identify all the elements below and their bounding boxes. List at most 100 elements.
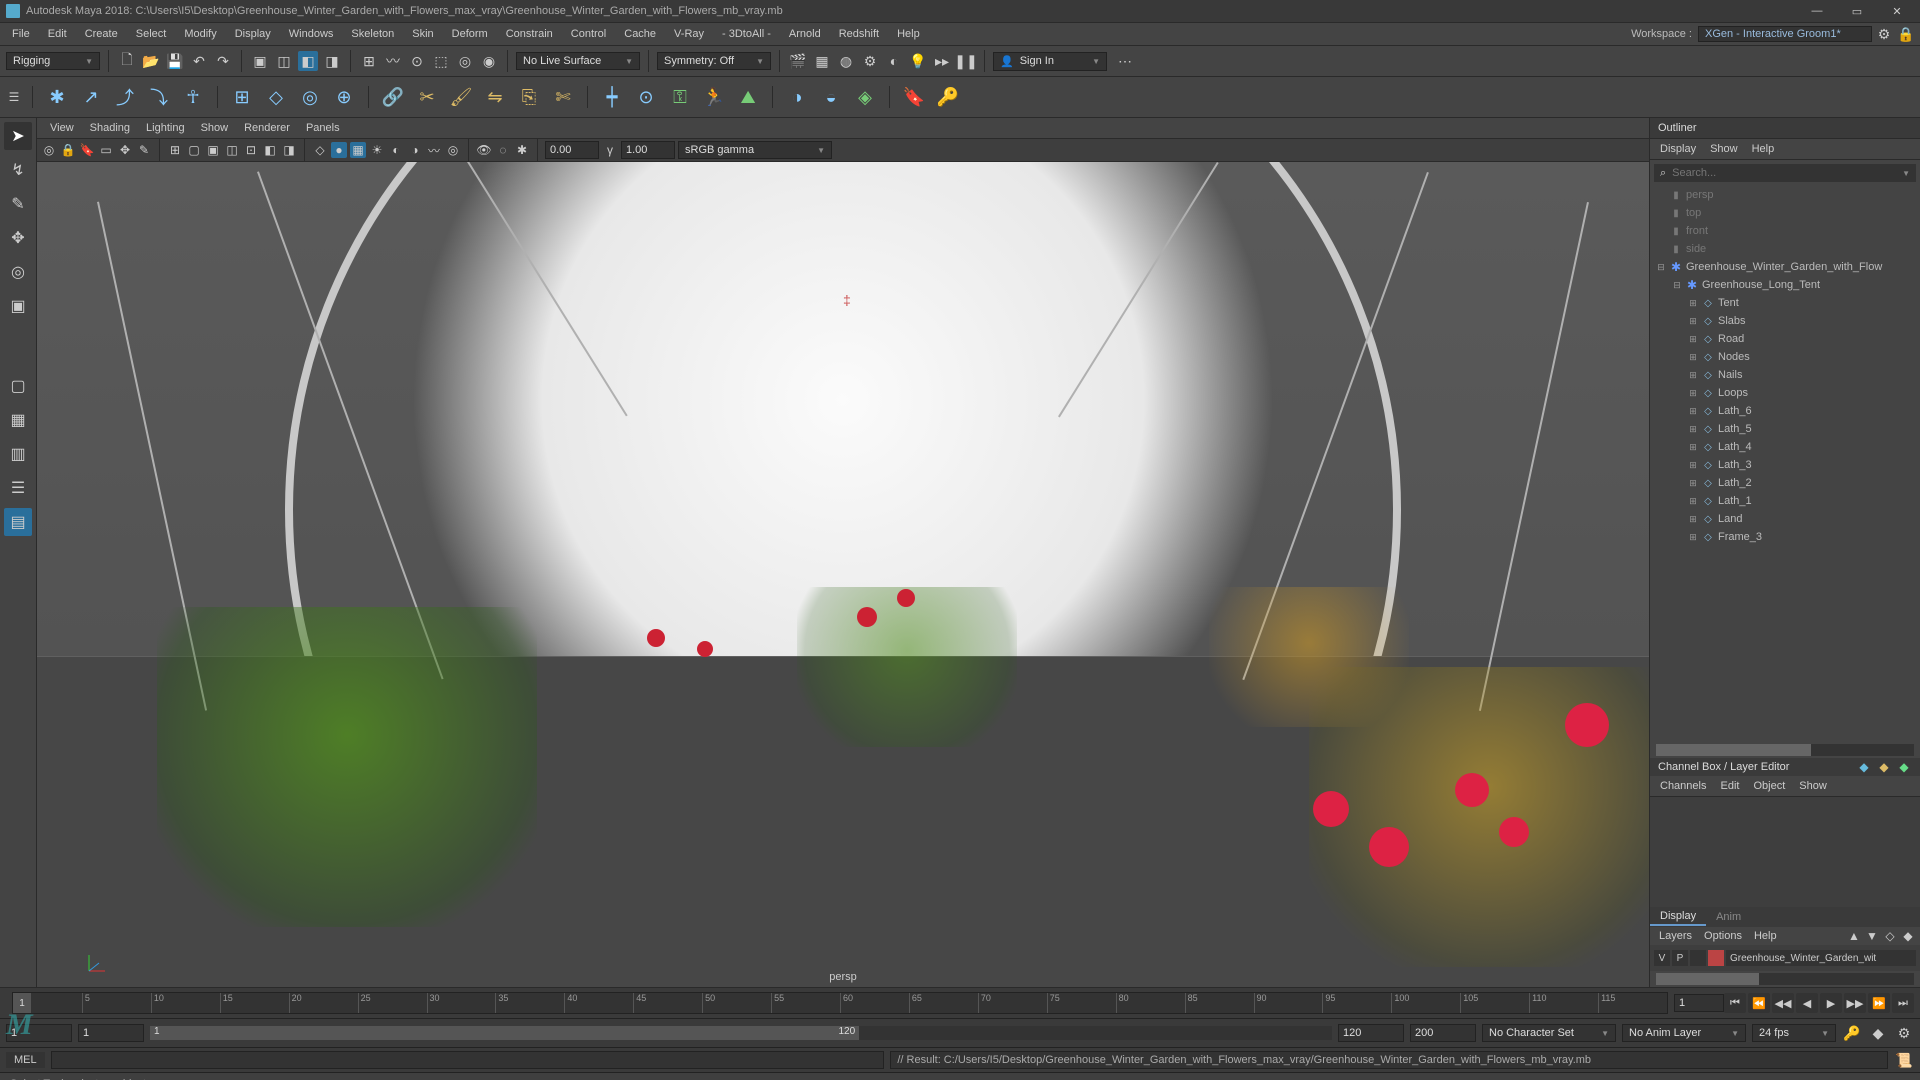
outliner-child[interactable]: ⊟Greenhouse_Long_Tent [1650,276,1920,294]
channelbox-mode2-icon[interactable]: ◆ [1876,759,1892,775]
layout-single-icon[interactable]: ▢ [4,372,32,400]
outliner-item-lath5[interactable]: ⊞Lath_5 [1650,420,1920,438]
vp-shadows-icon[interactable]: ◐ [388,142,404,158]
vp-colorspace-dropdown[interactable]: sRGB gamma▼ [678,141,832,159]
layer-move-down-icon[interactable]: ▼ [1864,928,1880,944]
outliner-hscroll[interactable] [1656,744,1914,756]
lattice-icon[interactable]: ⊞ [228,83,256,111]
outliner-camera-persp[interactable]: persp [1650,186,1920,204]
go-end-icon[interactable]: ⏭ [1892,993,1914,1013]
play-back-icon[interactable]: ◀ [1796,993,1818,1013]
step-back-icon[interactable]: ◀◀ [1772,993,1794,1013]
menu-cache[interactable]: Cache [616,26,664,42]
quick-rig-icon[interactable]: 🏃 [700,83,728,111]
outliner-menu-display[interactable]: Display [1654,141,1702,157]
outliner-item-tent[interactable]: ⊞Tent [1650,294,1920,312]
cluster-icon[interactable]: ◇ [262,83,290,111]
outliner-search-input[interactable] [1670,166,1898,180]
set-key-icon[interactable]: 🔑 [934,83,962,111]
layer-hscroll[interactable] [1656,973,1914,985]
channelbox-mode1-icon[interactable]: ◆ [1856,759,1872,775]
current-frame-field[interactable] [1674,994,1724,1012]
workspace-lock-icon[interactable]: 🔒 [1896,24,1916,44]
vp-image-plane-icon[interactable]: ▭ [98,142,114,158]
wire-icon[interactable]: ◎ [296,83,324,111]
constraint-point-icon[interactable]: ⊙ [632,83,660,111]
layer-menu-options[interactable]: Options [1699,928,1747,944]
snap-point-icon[interactable]: ⊙ [407,51,427,71]
outliner-item-lath1[interactable]: ⊞Lath_1 [1650,492,1920,510]
channelbox-menu-show[interactable]: Show [1793,778,1833,794]
layer-color[interactable] [1708,950,1724,966]
select-mode-hierarchy-icon[interactable]: ◧ [298,51,318,71]
range-end-outer[interactable] [1410,1024,1476,1042]
vp-lights-icon[interactable]: ☀ [369,142,385,158]
symmetry-dropdown[interactable]: Symmetry: Off▼ [657,52,771,70]
vp-shaded-icon[interactable]: ● [331,142,347,158]
mirror-weights-icon[interactable]: ⇋ [481,83,509,111]
command-input[interactable] [51,1051,885,1069]
bind-skin-icon[interactable]: 🔗 [379,83,407,111]
insert-joint-icon[interactable]: ⤵ [145,83,173,111]
menu-windows[interactable]: Windows [281,26,342,42]
scale-tool[interactable]: ▣ [4,292,32,320]
playblast-icon[interactable]: ▸▸ [932,51,952,71]
menu-file[interactable]: File [4,26,38,42]
menu-arnold[interactable]: Arnold [781,26,829,42]
select-mode-component-icon[interactable]: ◫ [274,51,294,71]
set-driven-key-icon[interactable]: ⚿ [666,83,694,111]
menu-control[interactable]: Control [563,26,614,42]
layer-menu-help[interactable]: Help [1749,928,1782,944]
outliner-item-lath2[interactable]: ⊞Lath_2 [1650,474,1920,492]
script-language[interactable]: MEL [6,1052,45,1068]
copy-weights-icon[interactable]: ⎘ [515,83,543,111]
vp-grid-icon[interactable]: ⊞ [167,142,183,158]
select-mode-template-icon[interactable]: ◨ [322,51,342,71]
outliner-menu-show[interactable]: Show [1704,141,1744,157]
render-view-icon[interactable]: 🎬 [788,51,808,71]
pose-editor-icon[interactable]: ◒ [817,83,845,111]
outliner-item-lath3[interactable]: ⊞Lath_3 [1650,456,1920,474]
step-forward-key-icon[interactable]: ⏩ [1868,993,1890,1013]
blend-shape-icon[interactable]: ◑ [783,83,811,111]
step-back-key-icon[interactable]: ⏪ [1748,993,1770,1013]
vp-xray-icon[interactable]: ◌ [495,142,511,158]
layer-name[interactable]: Greenhouse_Winter_Garden_wit [1726,950,1916,966]
vp-gamma-icon[interactable]: γ [602,142,618,158]
range-end-inner[interactable] [1338,1024,1404,1042]
vp-menu-panels[interactable]: Panels [299,120,347,136]
outliner-item-frame3[interactable]: ⊞Frame_3 [1650,528,1920,546]
layer-visibility[interactable]: V [1654,950,1670,966]
layout-two-icon[interactable]: ▥ [4,440,32,468]
outliner-item-land[interactable]: ⊞Land [1650,510,1920,528]
outliner-item-nodes[interactable]: ⊞Nodes [1650,348,1920,366]
workspace-save-icon[interactable]: ⚙ [1874,24,1894,44]
paint-weights-icon[interactable]: 🖌 [447,83,475,111]
layout-persp-icon[interactable]: ▤ [4,508,32,536]
outliner-item-loops[interactable]: ⊞Loops [1650,384,1920,402]
vp-wireframe-icon[interactable]: ◇ [312,142,328,158]
live-surface-dropdown[interactable]: No Live Surface▼ [516,52,640,70]
redo-icon[interactable]: ↷ [213,51,233,71]
vp-camera-lock-icon[interactable]: 🔒 [60,142,76,158]
prune-weights-icon[interactable]: ✄ [549,83,577,111]
channelbox-mode3-icon[interactable]: ◆ [1896,759,1912,775]
vp-grease-icon[interactable]: ✎ [136,142,152,158]
outliner-camera-top[interactable]: top [1650,204,1920,222]
layer-row[interactable]: V P Greenhouse_Winter_Garden_wit [1654,949,1916,967]
vp-safe-action-icon[interactable]: ◧ [262,142,278,158]
channelbox-menu-edit[interactable]: Edit [1714,778,1745,794]
vp-menu-renderer[interactable]: Renderer [237,120,297,136]
range-track[interactable]: 1 120 [150,1026,1332,1040]
toggle-shelf-icon[interactable]: ⋯ [1115,51,1135,71]
vp-menu-lighting[interactable]: Lighting [139,120,192,136]
time-track[interactable]: 1 51015202530354045505560657075808590951… [12,992,1668,1014]
vp-textured-icon[interactable]: ▦ [350,142,366,158]
step-forward-icon[interactable]: ▶▶ [1844,993,1866,1013]
layer-playback[interactable]: P [1672,950,1688,966]
pause-icon[interactable]: ❚❚ [956,51,976,71]
menu-constrain[interactable]: Constrain [498,26,561,42]
human-ik-icon[interactable]: ⛰ [734,83,762,111]
maximize-button[interactable]: ▭ [1840,0,1874,22]
menu-deform[interactable]: Deform [444,26,496,42]
